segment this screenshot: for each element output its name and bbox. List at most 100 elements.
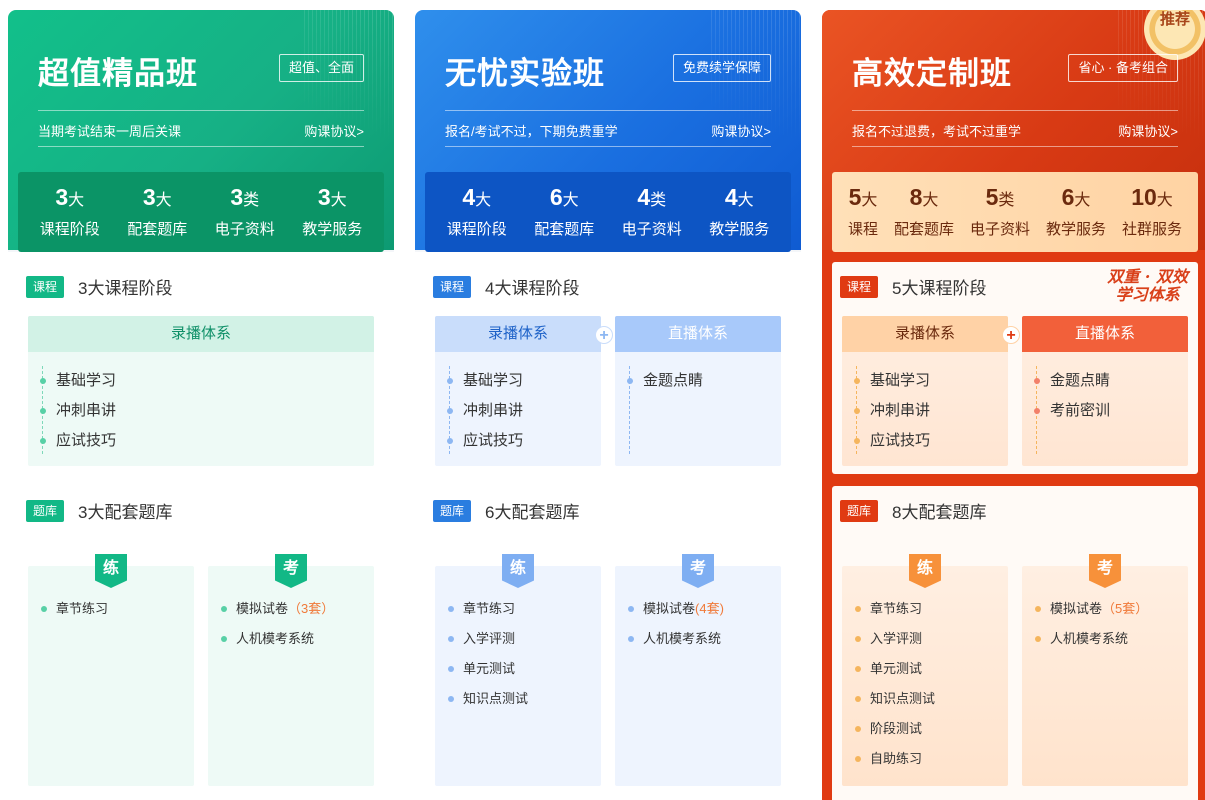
- agreement-link[interactable]: 购课协议>: [304, 121, 364, 140]
- list-item: 自助练习: [855, 744, 1008, 774]
- agreement-link[interactable]: 购课协议>: [1118, 121, 1178, 140]
- recorded-list: 基础学习 冲刺串讲 应试技巧: [842, 366, 1008, 456]
- stat-item: 3大 课程阶段: [40, 183, 100, 241]
- stat-item: 8大 配套题库: [894, 183, 954, 241]
- exam-box: 考 模拟试卷(4套) 人机模考系统: [615, 554, 781, 786]
- bank-badge: 题库: [433, 499, 471, 522]
- section-title: 6大配套题库: [485, 503, 580, 522]
- plus-icon: +: [1002, 326, 1020, 344]
- stat-unit: 类: [243, 192, 260, 209]
- practice-list: 章节练习 入学评测 单元测试 知识点测试 阶段测试 自助练习: [842, 594, 1008, 774]
- list-item: 模拟试卷（5套）: [1035, 594, 1188, 624]
- stat-number: 4: [462, 184, 476, 210]
- stat-item: 6大 配套题库: [534, 183, 594, 241]
- stat-unit: 大: [737, 192, 754, 209]
- practice-flag: 练: [95, 554, 127, 588]
- practice-flag: 练: [909, 554, 941, 588]
- set-count: （3套）: [288, 601, 335, 616]
- plan-title: 高效定制班: [852, 56, 1012, 91]
- slogan-line: 双重 · 双效: [1107, 267, 1188, 286]
- stat-label: 课程阶段: [446, 221, 507, 238]
- list-item: 模拟试卷（3套）: [221, 594, 374, 624]
- section-title: 8大配套题库: [892, 503, 987, 522]
- exam-list: 模拟试卷(4套) 人机模考系统: [615, 594, 781, 654]
- stat-unit: 大: [330, 192, 347, 209]
- stat-label: 配套题库: [127, 221, 188, 238]
- stat-unit: 类: [998, 192, 1015, 209]
- exam-list: 模拟试卷（3套） 人机模考系统: [208, 594, 374, 654]
- set-count: （5套）: [1102, 601, 1149, 616]
- list-item: 人机模考系统: [1035, 624, 1188, 654]
- list-item: 冲刺串讲: [447, 396, 601, 426]
- practice-box: 练 章节练习 入学评测 单元测试 知识点测试: [435, 554, 601, 786]
- card-body: 课程 5大课程阶段 双重 · 双效 学习体系 录播体系 基础学习 冲刺串讲 应试…: [822, 252, 1205, 800]
- course-badge: 课程: [840, 275, 878, 298]
- recorded-system-box: 录播体系 基础学习 冲刺串讲 应试技巧: [842, 316, 1008, 466]
- stat-label: 教学服务: [1045, 221, 1106, 238]
- course-badge: 课程: [433, 275, 471, 298]
- item-text: 模拟试卷: [643, 601, 696, 616]
- list-item: 冲刺串讲: [40, 396, 374, 426]
- stat-unit: 大: [155, 192, 172, 209]
- list-item: 入学评测: [448, 624, 601, 654]
- practice-flag: 练: [502, 554, 534, 588]
- plan-tag: 省心 · 备考组合: [1068, 54, 1178, 82]
- divider: [852, 146, 1178, 147]
- section-title: 5大课程阶段: [892, 279, 987, 298]
- practice-list: 章节练习 入学评测 单元测试 知识点测试: [435, 594, 601, 714]
- stat-unit: 类: [650, 192, 667, 209]
- stat-unit: 大: [1074, 192, 1091, 209]
- list-item: 基础学习: [40, 366, 374, 396]
- course-panel: 课程 5大课程阶段 双重 · 双效 学习体系 录播体系 基础学习 冲刺串讲 应试…: [832, 262, 1198, 474]
- card-body: 课程 3大课程阶段 录播体系 基础学习 冲刺串讲 应试技巧 题库 3大配套题库 …: [8, 252, 394, 800]
- list-item: 应试技巧: [40, 426, 374, 456]
- section-header: 课程 4大课程阶段: [433, 274, 579, 299]
- stat-item: 4大 课程阶段: [447, 183, 507, 241]
- plan-tag: 超值、全面: [278, 54, 364, 82]
- plan-title: 超值精品班: [38, 56, 198, 91]
- stat-item: 6大 教学服务: [1046, 183, 1106, 241]
- list-item: 单元测试: [855, 654, 1008, 684]
- stat-unit: 大: [861, 192, 878, 209]
- exam-flag: 考: [1089, 554, 1121, 588]
- recorded-system-box: 录播体系 基础学习 冲刺串讲 应试技巧: [28, 316, 374, 466]
- card-body: 课程 4大课程阶段 录播体系 基础学习 冲刺串讲 应试技巧 + 直播体系 金题点…: [415, 252, 801, 800]
- practice-box: 练 章节练习: [28, 554, 194, 786]
- section-header: 课程 5大课程阶段: [840, 274, 986, 299]
- stat-item: 3类 电子资料: [215, 183, 275, 241]
- bank-badge: 题库: [26, 499, 64, 522]
- stat-unit: 大: [562, 192, 579, 209]
- bank-panel: 题库 3大配套题库 练 章节练习 考 模拟试卷（3套） 人机模考系统: [18, 486, 384, 800]
- slogan-line: 学习体系: [1115, 285, 1180, 304]
- list-item: 知识点测试: [448, 684, 601, 714]
- bank-panel: 题库 6大配套题库 练 章节练习 入学评测 单元测试 知识点测试 考 模拟试卷(…: [425, 486, 791, 800]
- list-item: 考前密训: [1034, 396, 1188, 426]
- recorded-list: 基础学习 冲刺串讲 应试技巧: [435, 366, 601, 456]
- stat-label: 教学服务: [709, 221, 770, 238]
- bank-panel: 题库 8大配套题库 练 章节练习 入学评测 单元测试 知识点测试 阶段测试 自助…: [832, 486, 1198, 800]
- list-item: 章节练习: [855, 594, 1008, 624]
- exam-list: 模拟试卷（5套） 人机模考系统: [1022, 594, 1188, 654]
- agreement-link[interactable]: 购课协议>: [711, 121, 771, 140]
- live-system-title: 直播体系: [1022, 316, 1188, 352]
- exam-flag: 考: [275, 554, 307, 588]
- list-item: 章节练习: [448, 594, 601, 624]
- stat-label: 课程: [847, 221, 878, 238]
- stat-label: 教学服务: [302, 221, 363, 238]
- stat-label: 配套题库: [893, 221, 954, 238]
- recorded-system-title: 录播体系: [842, 316, 1008, 352]
- stat-number: 10: [1131, 184, 1157, 210]
- list-item: 单元测试: [448, 654, 601, 684]
- stat-label: 配套题库: [534, 221, 595, 238]
- live-system-box: 直播体系 金题点睛 考前密训: [1022, 316, 1188, 466]
- item-text: 模拟试卷: [1050, 601, 1103, 616]
- bank-badge: 题库: [840, 499, 878, 522]
- stat-item: 10大 社群服务: [1122, 183, 1182, 241]
- stat-unit: 大: [68, 192, 85, 209]
- list-item: 知识点测试: [855, 684, 1008, 714]
- stat-item: 5类 电子资料: [970, 183, 1030, 241]
- item-text: 模拟试卷: [236, 601, 289, 616]
- plan-subtitle: 报名不过退费，考试不过重学: [852, 124, 1022, 139]
- stat-label: 电子资料: [214, 221, 275, 238]
- stat-number: 5: [985, 184, 999, 210]
